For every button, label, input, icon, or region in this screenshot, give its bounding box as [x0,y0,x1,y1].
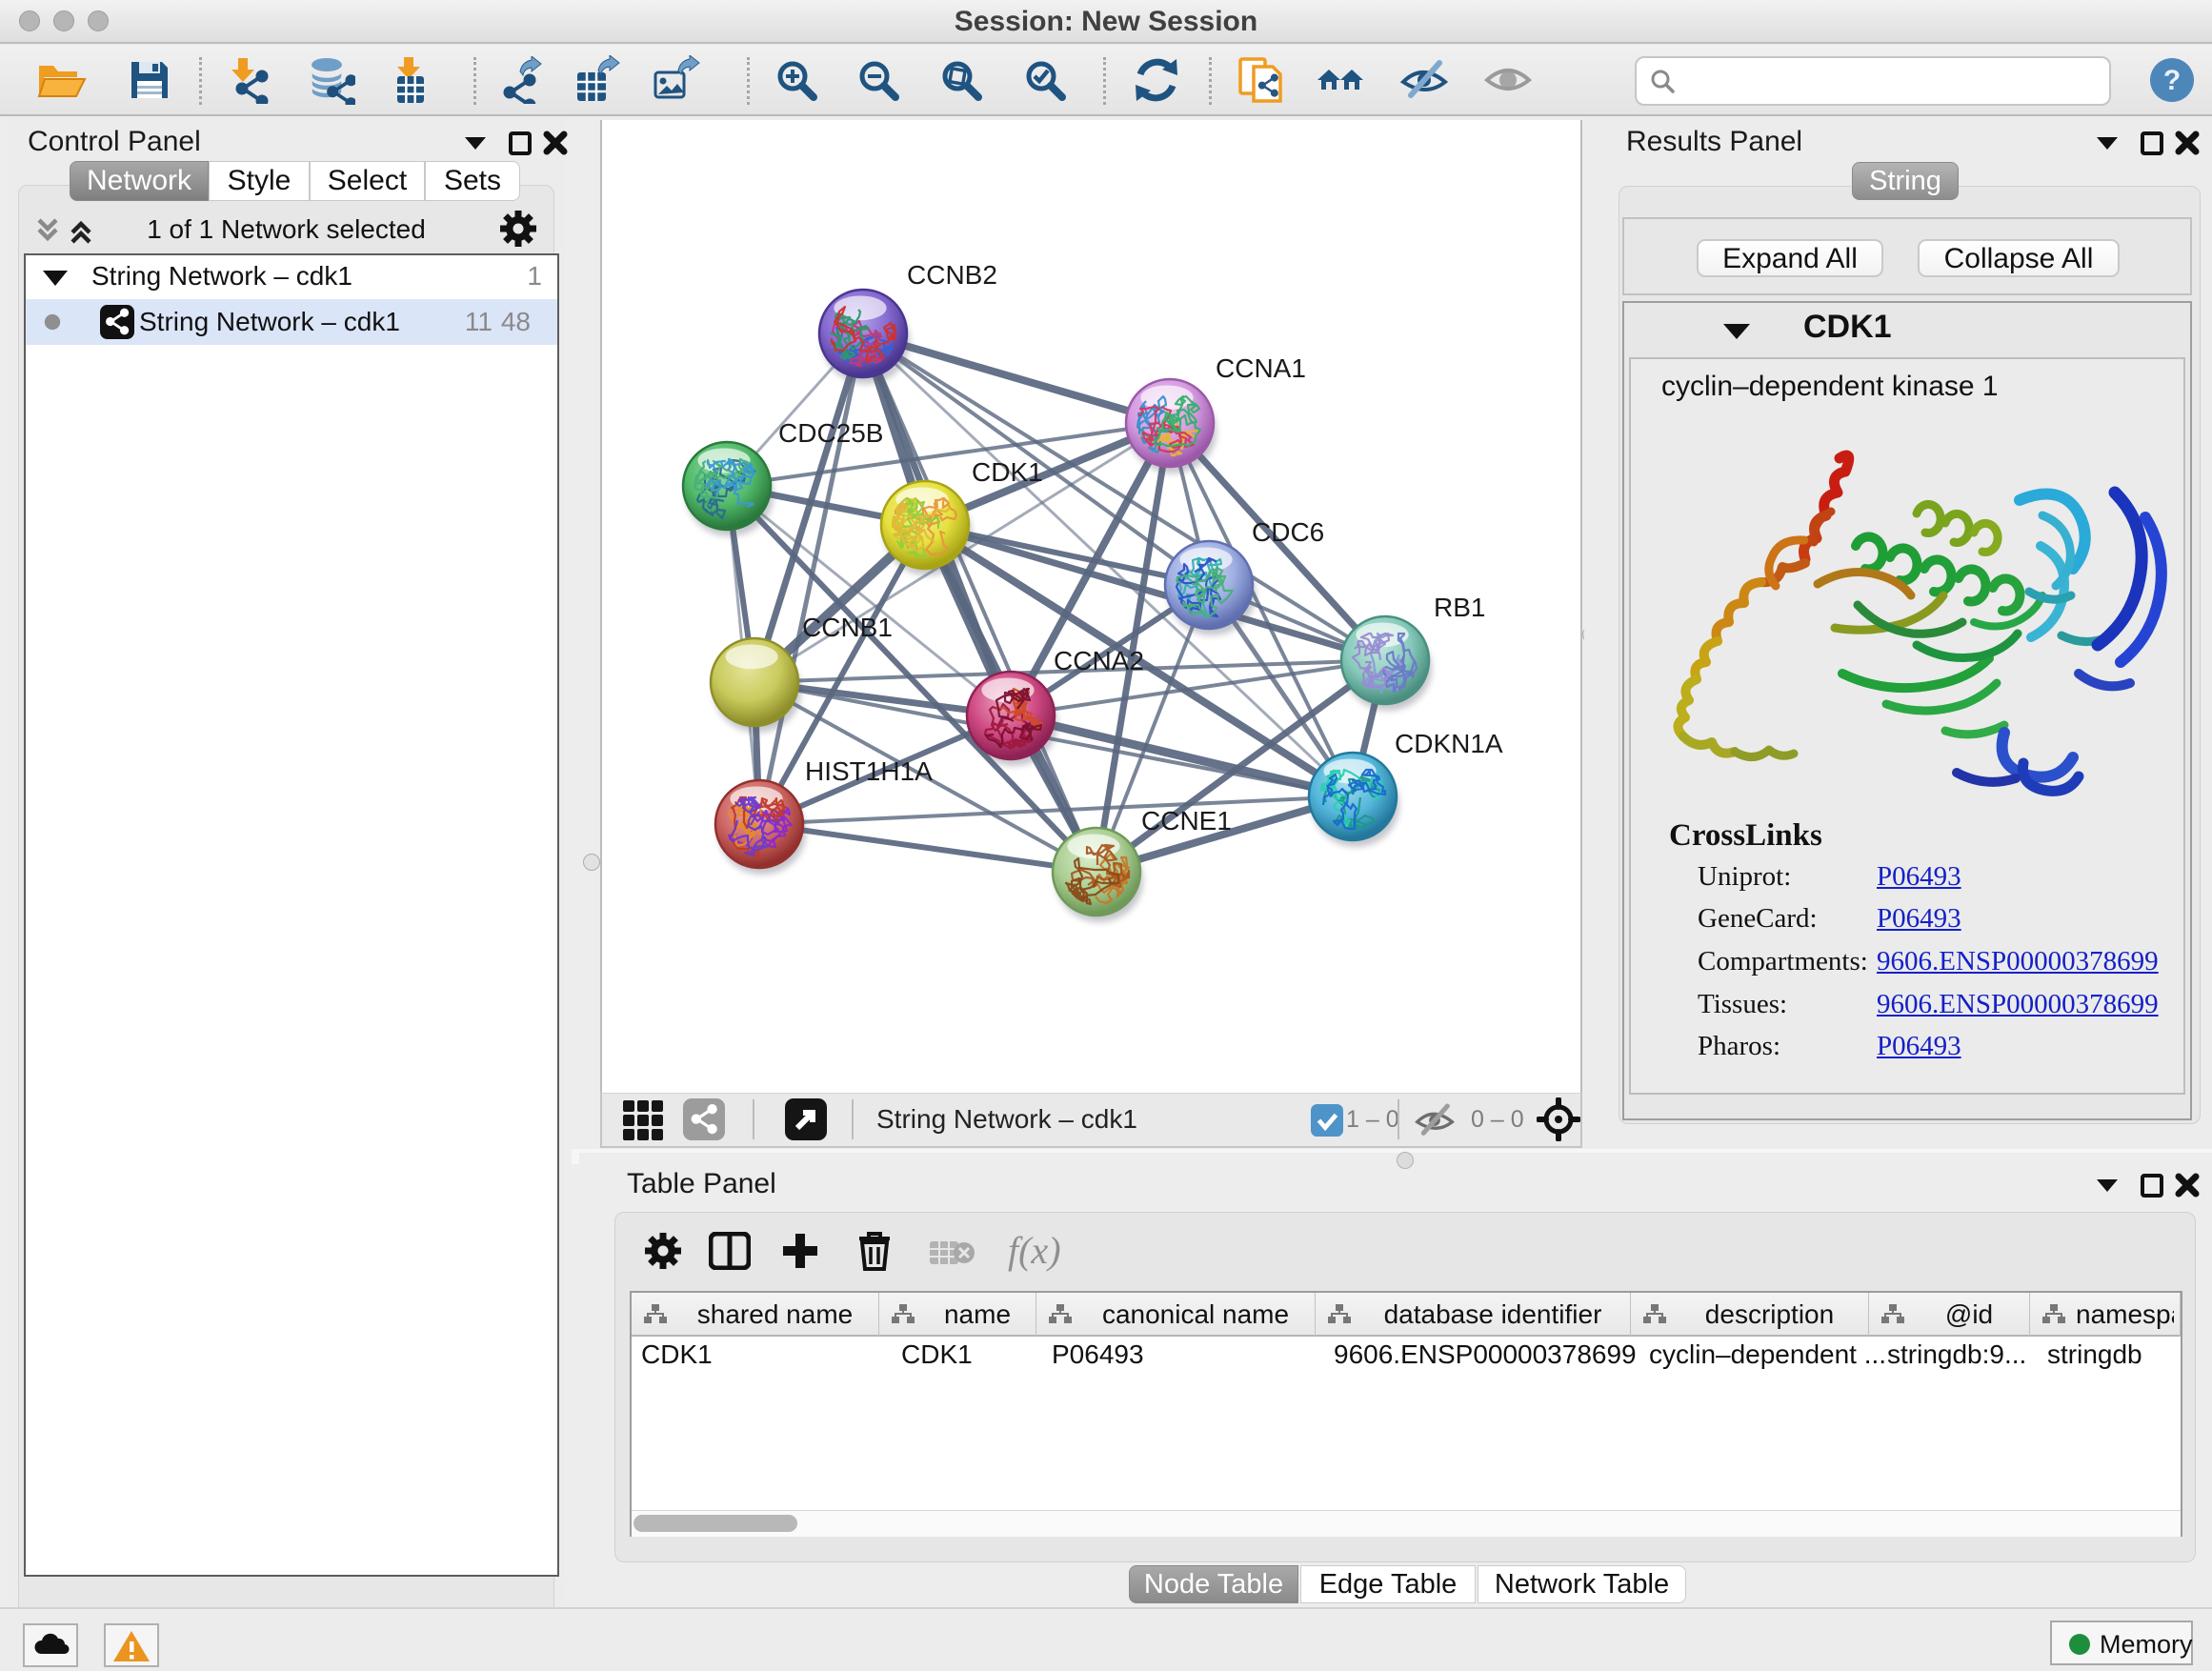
svg-text:CDC6: CDC6 [1252,517,1324,547]
svg-text:?: ? [2163,65,2181,96]
svg-text:CDK1: CDK1 [972,457,1043,487]
svg-text:CCNA2: CCNA2 [1054,646,1144,675]
svg-text:CDKN1A: CDKN1A [1395,729,1503,758]
svg-text:CCNB2: CCNB2 [907,260,997,290]
svg-text:CCNB1: CCNB1 [802,613,893,642]
svg-text:CCNE1: CCNE1 [1141,806,1232,836]
svg-text:CCNA1: CCNA1 [1216,353,1306,383]
svg-text:CDC25B: CDC25B [778,418,883,448]
svg-text:RB1: RB1 [1434,593,1485,622]
svg-text:HIST1H1A: HIST1H1A [805,756,933,786]
